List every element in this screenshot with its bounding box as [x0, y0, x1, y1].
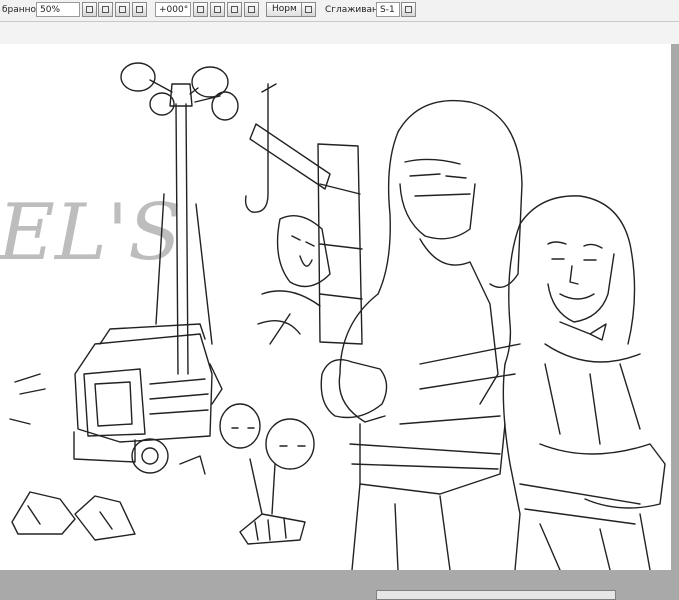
zoom-fit-icon[interactable]: [132, 2, 147, 17]
view-toolbar: бранное 50% +000° Норм Сглаживание S-1: [0, 0, 679, 22]
rotate-reset-icon[interactable]: [244, 2, 259, 17]
sketch-artwork: EL'S: [0, 62, 666, 570]
generator-sketch: [9, 323, 223, 475]
rotate-left-icon[interactable]: [210, 2, 225, 17]
hook-post-sketch: [244, 83, 363, 345]
zoom-in-icon[interactable]: [115, 2, 130, 17]
smoothing-dropdown-icon[interactable]: [401, 2, 416, 17]
horizontal-scrollbar[interactable]: [376, 590, 616, 600]
zoom-out-icon[interactable]: [98, 2, 113, 17]
zoom-dropdown-icon[interactable]: [82, 2, 97, 17]
drawing-canvas[interactable]: EL'S: [0, 44, 671, 570]
rotate-right-icon[interactable]: [227, 2, 242, 17]
glasses-sketch: [11, 491, 136, 541]
masked-man-sketch: [320, 99, 523, 570]
ruler-strip: [0, 22, 679, 44]
rotation-field[interactable]: +000°: [155, 2, 191, 17]
flip-icon[interactable]: [301, 2, 316, 17]
sign-text: EL'S: [0, 188, 182, 278]
rotation-dropdown-icon[interactable]: [193, 2, 208, 17]
woman-sketch: [502, 195, 666, 570]
blend-mode-button[interactable]: Норм: [266, 2, 303, 17]
smoothing-field[interactable]: S-1: [376, 2, 400, 17]
zoom-field[interactable]: 50%: [36, 2, 80, 17]
skulls-sketch: [219, 403, 315, 545]
